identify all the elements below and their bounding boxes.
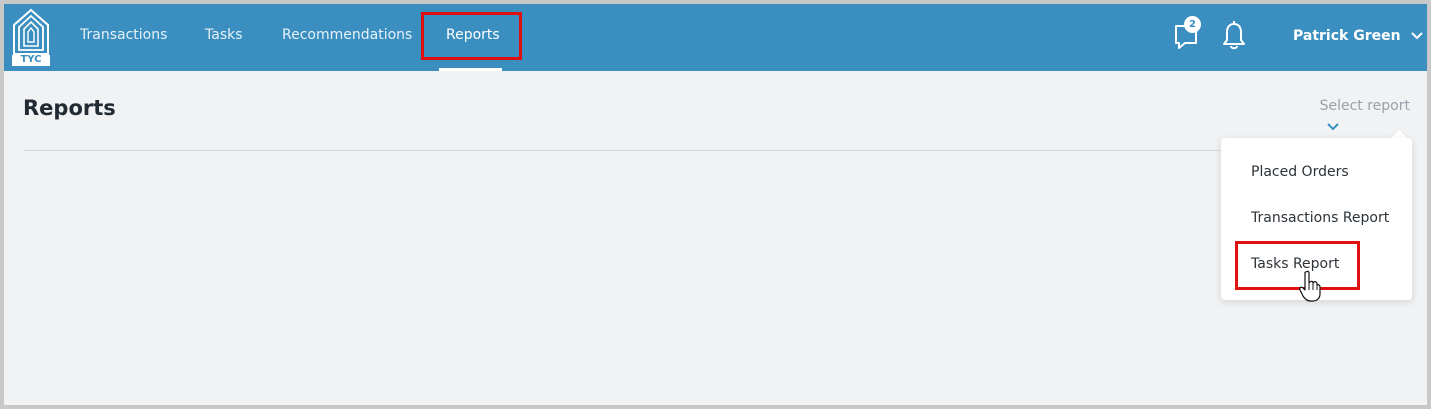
chevron-down-icon bbox=[1411, 4, 1424, 68]
notifications-button[interactable] bbox=[1221, 18, 1249, 52]
menu-item-tasks-report[interactable]: Tasks Report bbox=[1251, 256, 1339, 272]
select-report-dropdown[interactable]: Select report bbox=[1318, 98, 1410, 114]
report-dropdown-menu: Placed Orders Transactions Report Tasks … bbox=[1221, 138, 1412, 300]
bell-icon bbox=[1223, 21, 1245, 50]
logo-text: TYC bbox=[20, 54, 42, 65]
messages-badge: 2 bbox=[1184, 16, 1201, 33]
top-navigation-bar: TYC Transactions Tasks Recommendations R… bbox=[4, 4, 1427, 71]
nav-transactions[interactable]: Transactions bbox=[80, 4, 167, 71]
app-frame: TYC Transactions Tasks Recommendations R… bbox=[0, 0, 1431, 409]
divider bbox=[23, 150, 1223, 151]
nav-tasks[interactable]: Tasks bbox=[205, 4, 243, 71]
active-tab-indicator bbox=[439, 68, 502, 71]
menu-item-transactions-report[interactable]: Transactions Report bbox=[1251, 210, 1389, 226]
chevron-down-icon[interactable] bbox=[1326, 117, 1340, 131]
page-title: Reports bbox=[23, 96, 116, 120]
nav-reports[interactable]: Reports bbox=[446, 4, 500, 71]
menu-item-placed-orders[interactable]: Placed Orders bbox=[1251, 164, 1349, 180]
user-menu[interactable]: Patrick Green bbox=[1293, 4, 1424, 71]
user-name: Patrick Green bbox=[1293, 28, 1401, 44]
logo[interactable]: TYC bbox=[12, 8, 50, 66]
nav-recommendations[interactable]: Recommendations bbox=[282, 4, 412, 71]
